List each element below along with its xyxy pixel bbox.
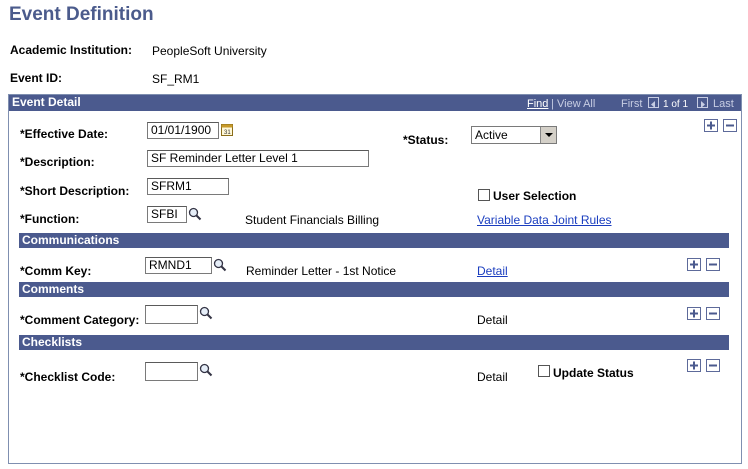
previous-arrow-icon[interactable] [648,97,659,108]
update-status-checkbox[interactable] [538,365,550,377]
svg-text:31: 31 [224,130,231,136]
search-icon[interactable] [199,363,213,377]
add-row-icon[interactable] [704,119,718,132]
chevron-down-icon[interactable] [540,127,556,143]
event-detail-title: Event Detail [12,95,81,109]
short-description-label: *Short Description: [20,184,130,198]
function-label: *Function: [20,212,80,226]
checklists-bar: Checklists [19,335,729,350]
communications-bar: Communications [19,233,729,248]
status-select[interactable]: Active [471,126,557,144]
effective-date-label: *Effective Date: [20,127,109,141]
comm-detail-link[interactable]: Detail [477,264,508,278]
next-arrow-icon[interactable] [697,97,708,108]
first-link[interactable]: First [621,98,642,110]
function-input[interactable]: SFBI [147,206,187,223]
communications-title: Communications [22,233,120,247]
variable-data-joint-rules-link[interactable]: Variable Data Joint Rules [477,213,612,227]
user-selection-label: User Selection [493,189,577,203]
effective-date-input[interactable]: 01/01/1900 [147,122,219,139]
comments-bar: Comments [19,282,729,297]
nav-separator: | [551,98,554,110]
comm-key-description: Reminder Letter - 1st Notice [246,264,397,278]
comm-key-input[interactable]: RMND1 [145,257,212,274]
checklist-detail-text: Detail [477,370,508,384]
event-id-label: Event ID: [10,71,63,85]
comm-key-label: *Comm Key: [20,264,92,278]
comment-category-label: *Comment Category: [20,313,140,327]
calendar-icon[interactable]: 31 [221,123,233,136]
checklists-title: Checklists [22,335,83,349]
update-status-label: Update Status [553,366,634,380]
user-selection-checkbox[interactable] [478,189,490,201]
add-checklist-row-icon[interactable] [687,359,701,372]
delete-comment-row-icon[interactable] [706,307,720,320]
search-icon[interactable] [213,258,227,272]
event-id-value: SF_RM1 [152,72,200,86]
view-all-link[interactable]: View All [557,98,595,110]
delete-comm-row-icon[interactable] [706,258,720,271]
description-label: *Description: [20,155,95,169]
comment-detail-text: Detail [477,313,508,327]
delete-row-icon[interactable] [723,119,737,132]
checklist-code-label: *Checklist Code: [20,370,116,384]
institution-label: Academic Institution: [10,43,133,57]
event-detail-frame [8,94,742,464]
status-value: Active [475,128,508,142]
short-description-input[interactable]: SFRM1 [147,178,229,195]
add-comm-row-icon[interactable] [687,258,701,271]
delete-checklist-row-icon[interactable] [706,359,720,372]
comment-category-input[interactable] [145,305,198,324]
add-comment-row-icon[interactable] [687,307,701,320]
last-link[interactable]: Last [713,98,734,110]
row-count: 1 of 1 [663,99,689,110]
institution-value: PeopleSoft University [152,44,267,58]
page-title: Event Definition [9,4,154,25]
status-label: *Status: [403,133,449,147]
checklist-code-input[interactable] [145,362,198,381]
find-link[interactable]: Find [527,98,548,110]
search-icon[interactable] [188,207,202,221]
search-icon[interactable] [199,306,213,320]
description-input[interactable]: SF Reminder Letter Level 1 [147,150,369,167]
function-description: Student Financials Billing [245,213,380,227]
comments-title: Comments [22,282,85,296]
